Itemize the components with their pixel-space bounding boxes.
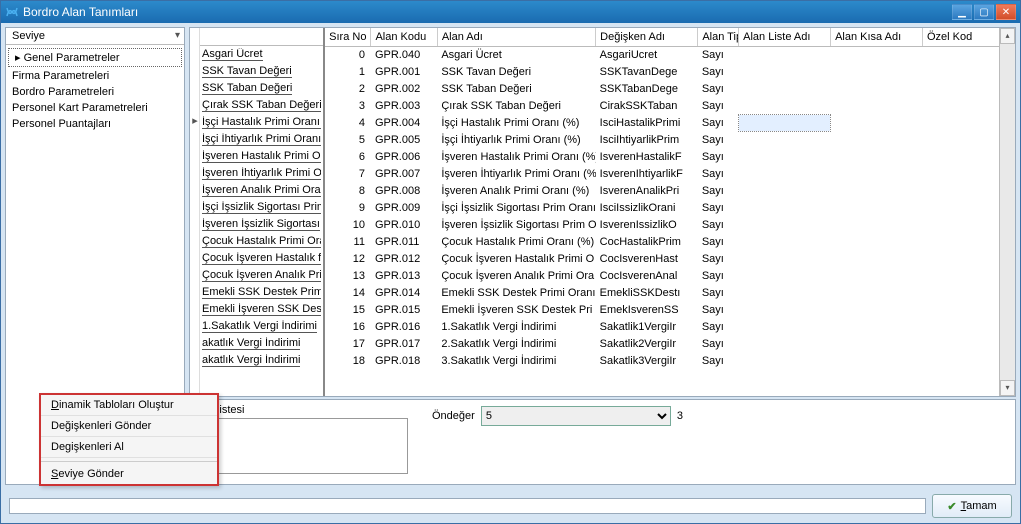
table-row[interactable]: 10GPR.010İşveren İşsizlik Sigortası Prim… <box>325 216 1015 233</box>
scroll-down-icon[interactable]: ▾ <box>1000 380 1015 396</box>
row-label[interactable]: Çocuk Hastalık Primi Ora <box>200 233 323 250</box>
row-label[interactable]: Asgari Ücret <box>200 46 323 63</box>
row-label[interactable]: akatlık Vergi İndirimi <box>200 335 323 352</box>
col-alan-adi[interactable]: Alan Adı <box>437 28 595 46</box>
row-label[interactable]: İşveren Analık Primi Ora <box>200 182 323 199</box>
context-menu-item[interactable]: Dinamik Tabloları Oluştur <box>41 395 217 416</box>
app-icon <box>5 5 19 19</box>
table-row[interactable]: 9GPR.009İşçi İşsizlik Sigortası Prim Ora… <box>325 199 1015 216</box>
row-label[interactable]: Çocuk İşveren Analık Pri <box>200 267 323 284</box>
col-alan-liste-adi[interactable]: Alan Liste Adı <box>739 28 831 46</box>
table-row[interactable]: 6GPR.006İşveren Hastalık Primi Oranı (%)… <box>325 148 1015 165</box>
row-label[interactable]: İşçi İhtiyarlık Primi Oranı <box>200 131 323 148</box>
progress-bar <box>9 498 926 514</box>
col-alan-tipi[interactable]: Alan Tipi <box>698 28 739 46</box>
row-label[interactable]: Emekli SSK Destek Primi O <box>200 284 323 301</box>
table-row[interactable]: 15GPR.015Emekli İşveren SSK Destek PriEm… <box>325 301 1015 318</box>
table-row[interactable]: 11GPR.011Çocuk Hastalık Primi Oranı (%)C… <box>325 233 1015 250</box>
scrollbar-vertical[interactable]: ▴ ▾ <box>999 28 1015 396</box>
ok-label: Tamam <box>961 500 997 512</box>
context-menu[interactable]: Dinamik Tabloları OluşturDeğişkenleri Gö… <box>39 393 219 486</box>
bottom-panel: jer Listesi Öndeğer 5 3 <box>189 399 1016 485</box>
data-grid[interactable]: ▸ Asgari ÜcretSSK Tavan DeğeriSSK Taban … <box>189 27 1016 397</box>
context-menu-item[interactable]: Degişkenleri Al <box>41 437 217 458</box>
table-row[interactable]: 7GPR.007İşveren İhtiyarlık Primi Oranı (… <box>325 165 1015 182</box>
col-alan-kisa-adi[interactable]: Alan Kısa Adı <box>831 28 923 46</box>
table-row[interactable]: 2GPR.002SSK Taban DeğeriSSKTabanDegeSayı <box>325 80 1015 97</box>
list-textarea[interactable] <box>198 418 408 474</box>
table-row[interactable]: 8GPR.008İşveren Analık Primi Oranı (%)Is… <box>325 182 1015 199</box>
table-row[interactable]: 16GPR.0161.Sakatlık Vergi İndirimiSakatl… <box>325 318 1015 335</box>
sidebar-header[interactable]: Seviye <box>6 28 184 45</box>
table-row[interactable]: 0GPR.040Asgari ÜcretAsgariUcretSayı <box>325 46 1015 63</box>
row-label[interactable]: Çırak SSK Taban Değeri <box>200 97 323 114</box>
table-row[interactable]: 5GPR.005İşçi İhtiyarlık Primi Oranı (%)I… <box>325 131 1015 148</box>
context-menu-item[interactable]: Değişkenleri Gönder <box>41 416 217 437</box>
table-row[interactable]: 18GPR.0183.Sakatlık Vergi İndirimiSakatl… <box>325 352 1015 369</box>
ondeger-extra: 3 <box>677 410 683 422</box>
row-label[interactable]: İşveren İşsizlik Sigortası <box>200 216 323 233</box>
scroll-up-icon[interactable]: ▴ <box>1000 28 1015 44</box>
row-label[interactable]: İşçi İşsizlik Sigortası Prim <box>200 199 323 216</box>
sidebar-item[interactable]: Personel Kart Parametreleri <box>6 100 184 116</box>
col-alan-kodu[interactable]: Alan Kodu <box>371 28 437 46</box>
row-label[interactable]: Emekli İşveren SSK Dest <box>200 301 323 318</box>
maximize-button[interactable]: ▢ <box>974 4 994 20</box>
row-label[interactable]: SSK Taban Değeri <box>200 80 323 97</box>
row-label[interactable]: İşveren İhtiyarlık Primi O <box>200 165 323 182</box>
ondeger-select[interactable]: 5 <box>481 406 671 426</box>
list-label: jer Listesi <box>198 404 408 416</box>
window-title: Bordro Alan Tanımları <box>23 5 952 19</box>
titlebar[interactable]: Bordro Alan Tanımları ▁ ▢ ✕ <box>1 1 1020 23</box>
table-row[interactable]: 12GPR.012Çocuk İşveren Hastalık Primi OC… <box>325 250 1015 267</box>
sidebar-item[interactable]: ▸ Genel Parametreler <box>8 48 182 67</box>
check-icon: ✔ <box>947 500 956 513</box>
context-menu-item[interactable]: Seviye Gönder <box>41 461 217 484</box>
row-label[interactable]: İşveren Hastalık Primi Or <box>200 148 323 165</box>
close-button[interactable]: ✕ <box>996 4 1016 20</box>
table-row[interactable]: 4GPR.004İşçi Hastalık Primi Oranı (%)Isc… <box>325 114 1015 131</box>
sidebar-item[interactable]: Personel Puantajları <box>6 116 184 132</box>
sidebar-item[interactable]: Firma Parametreleri <box>6 68 184 84</box>
row-label[interactable]: 1.Sakatlık Vergi İndirimi <box>200 318 323 335</box>
row-label[interactable]: akatlık Vergi İndirimi <box>200 352 323 369</box>
ondeger-label: Öndeğer <box>432 410 475 422</box>
col-degisken-adi[interactable]: Değişken Adı <box>596 28 698 46</box>
row-label[interactable]: Çocuk İşveren Hastalık f <box>200 250 323 267</box>
row-label[interactable]: İşçi Hastalık Primi Oranı ( <box>200 114 323 131</box>
table-row[interactable]: 1GPR.001SSK Tavan DeğeriSSKTavanDegeSayı <box>325 63 1015 80</box>
window: Bordro Alan Tanımları ▁ ▢ ✕ Seviye ▸ Gen… <box>0 0 1021 524</box>
col-sira-no[interactable]: Sıra No <box>325 28 371 46</box>
table-row[interactable]: 14GPR.014Emekli SSK Destek Primi OranıEm… <box>325 284 1015 301</box>
table-row[interactable]: 3GPR.003Çırak SSK Taban DeğeriCirakSSKTa… <box>325 97 1015 114</box>
table-row[interactable]: 17GPR.0172.Sakatlık Vergi İndirimiSakatl… <box>325 335 1015 352</box>
table-row[interactable]: 13GPR.013Çocuk İşveren Analık Primi OraC… <box>325 267 1015 284</box>
ok-button[interactable]: ✔ Tamam <box>932 494 1012 518</box>
row-label[interactable]: SSK Tavan Değeri <box>200 63 323 80</box>
sidebar-item[interactable]: Bordro Parametreleri <box>6 84 184 100</box>
minimize-button[interactable]: ▁ <box>952 4 972 20</box>
